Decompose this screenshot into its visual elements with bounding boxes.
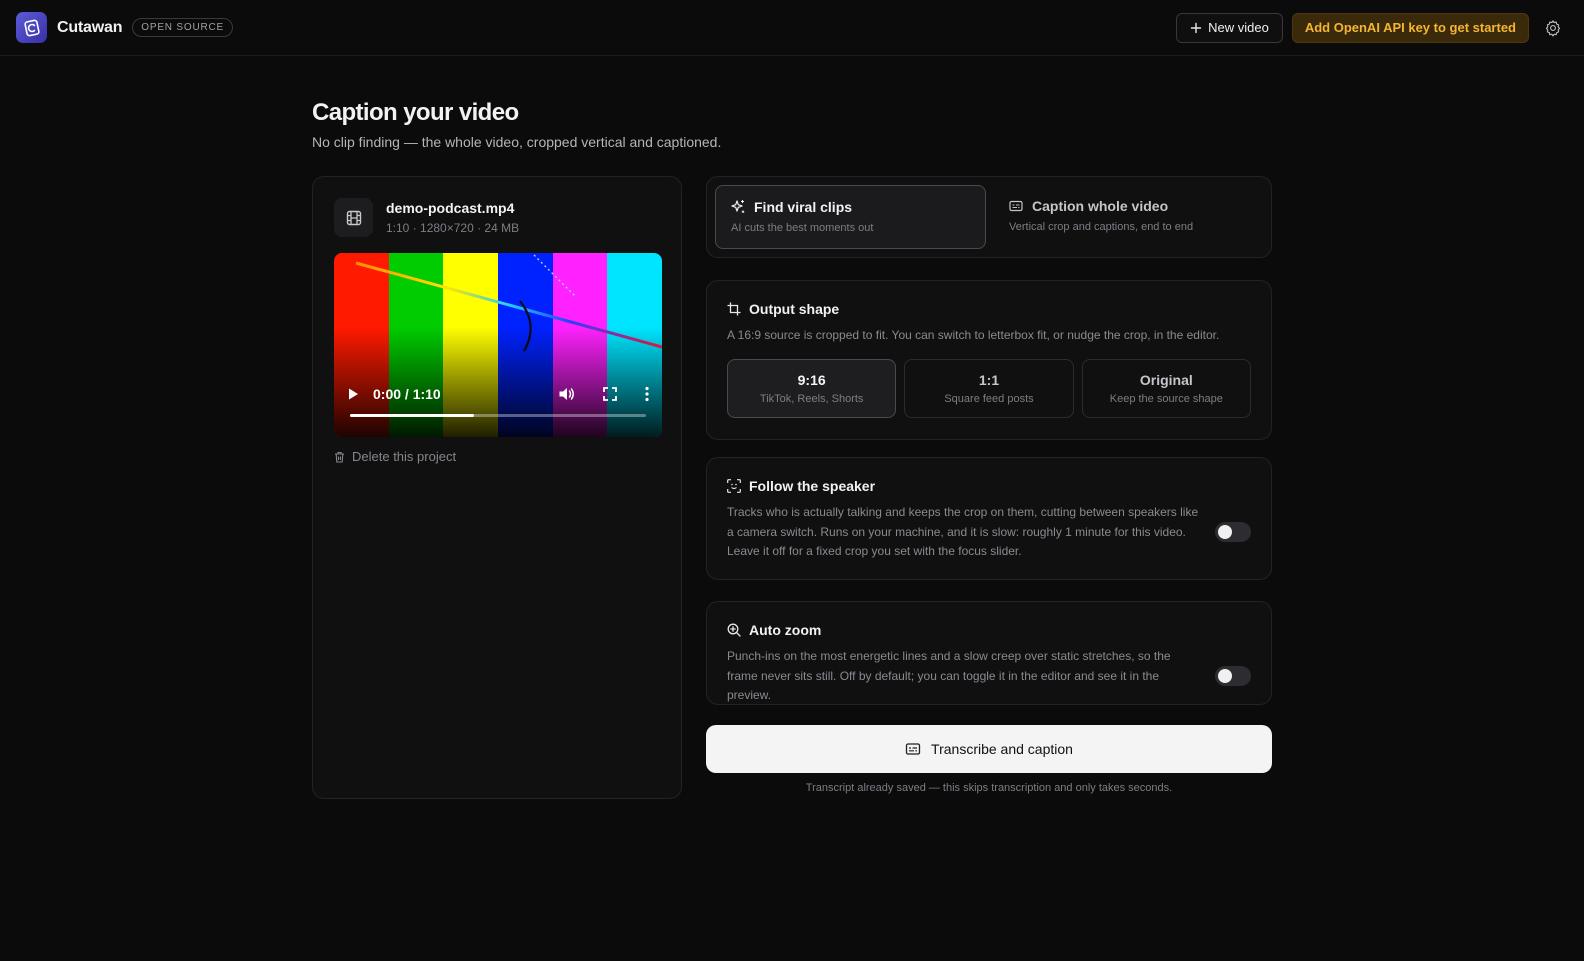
video-time: 0:00 / 1:10	[373, 386, 441, 402]
volume-icon[interactable]	[558, 386, 576, 402]
captions-icon	[1009, 200, 1023, 212]
new-video-button[interactable]: New video	[1176, 12, 1283, 43]
shape-option-9-16[interactable]: 9:16 TikTok, Reels, Shorts	[727, 358, 897, 418]
mode-label: Caption whole video	[1032, 198, 1169, 214]
transcribe-and-caption-button[interactable]: Transcribe and caption	[706, 725, 1272, 773]
shape-sublabel: Keep the source shape	[1109, 392, 1223, 405]
mode-find-viral-clips[interactable]: Find viral clips AI cuts the best moment…	[715, 185, 986, 249]
transcript-saved-note: Transcript already saved — this skips tr…	[805, 782, 1173, 794]
logo-icon	[23, 19, 40, 36]
file-thumb	[334, 198, 373, 237]
video-seek-bar[interactable]	[350, 414, 646, 417]
video-player[interactable]: 0:00 / 1:10	[334, 253, 662, 437]
top-bar: Cutawan OPEN SOURCE New video Add OpenAI…	[0, 0, 1584, 56]
app-logo[interactable]	[16, 12, 47, 43]
trash-icon	[335, 451, 344, 463]
captions-icon	[905, 743, 921, 755]
plus-icon	[1190, 22, 1202, 33]
file-name: demo-podcast.mp4	[386, 200, 515, 216]
sparkles-icon	[731, 200, 745, 213]
fullscreen-icon[interactable]	[603, 387, 617, 401]
add-api-key-button[interactable]: Add OpenAI API key to get started	[1291, 12, 1529, 43]
shape-label: Original	[1139, 371, 1193, 388]
follow-speaker-title: Follow the speaker	[749, 478, 876, 494]
mode-description: Vertical crop and captions, end to end	[1009, 221, 1194, 233]
auto-zoom-title: Auto zoom	[749, 622, 822, 638]
output-shape-panel: Output shape A 16:9 source is cropped to…	[706, 280, 1272, 440]
shape-sublabel: TikTok, Reels, Shorts	[759, 392, 864, 405]
shape-label: 1:1	[978, 371, 1000, 388]
face-focus-icon	[727, 479, 741, 493]
page-title: Caption your video	[312, 99, 519, 126]
follow-speaker-description: Tracks who is actually talking and keeps…	[727, 505, 1199, 558]
output-shape-title: Output shape	[749, 301, 840, 317]
file-header: demo-podcast.mp4 1:10 · 1280×720 · 24 MB	[334, 198, 519, 237]
open-source-badge: OPEN SOURCE	[132, 18, 233, 37]
gear-icon	[1545, 19, 1561, 36]
output-shape-description: A 16:9 source is cropped to fit. You can…	[727, 328, 1220, 342]
app-name: Cutawan	[57, 18, 123, 36]
crop-icon	[727, 302, 741, 316]
page-subtitle: No clip finding — the whole video, cropp…	[312, 134, 722, 150]
delete-project-label: Delete this project	[352, 449, 457, 464]
auto-zoom-panel: Auto zoom Punch-ins on the most energeti…	[706, 601, 1272, 705]
film-icon	[346, 210, 361, 225]
video-source-card: demo-podcast.mp4 1:10 · 1280×720 · 24 MB	[312, 176, 682, 799]
play-icon[interactable]	[346, 387, 360, 401]
delete-project-button[interactable]: Delete this project	[334, 449, 456, 464]
zoom-in-icon	[727, 623, 741, 637]
shape-sublabel: Square feed posts	[944, 392, 1034, 405]
video-controls: 0:00 / 1:10	[334, 379, 662, 409]
video-buffered-fill	[350, 414, 475, 417]
cta-label: Transcribe and caption	[931, 741, 1073, 757]
more-options-icon[interactable]	[644, 386, 650, 402]
shape-option-1-1[interactable]: 1:1 Square feed posts	[904, 358, 1074, 418]
mode-description: AI cuts the best moments out	[731, 222, 874, 234]
mode-label: Find viral clips	[754, 199, 853, 215]
shape-label: 9:16	[797, 371, 826, 388]
new-video-label: New video	[1208, 20, 1269, 35]
file-info: 1:10 · 1280×720 · 24 MB	[386, 221, 520, 235]
follow-speaker-toggle[interactable]	[1215, 522, 1251, 543]
follow-speaker-panel: Follow the speaker Tracks who is actuall…	[706, 457, 1272, 580]
mode-caption-whole-video[interactable]: Caption whole video Vertical crop and ca…	[994, 185, 1263, 249]
auto-zoom-description: Punch-ins on the most energetic lines an…	[727, 649, 1171, 702]
auto-zoom-toggle[interactable]	[1215, 666, 1251, 687]
shape-option-original[interactable]: Original Keep the source shape	[1081, 358, 1251, 418]
mode-selector: Find viral clips AI cuts the best moment…	[706, 176, 1272, 258]
settings-button[interactable]	[1538, 13, 1568, 43]
